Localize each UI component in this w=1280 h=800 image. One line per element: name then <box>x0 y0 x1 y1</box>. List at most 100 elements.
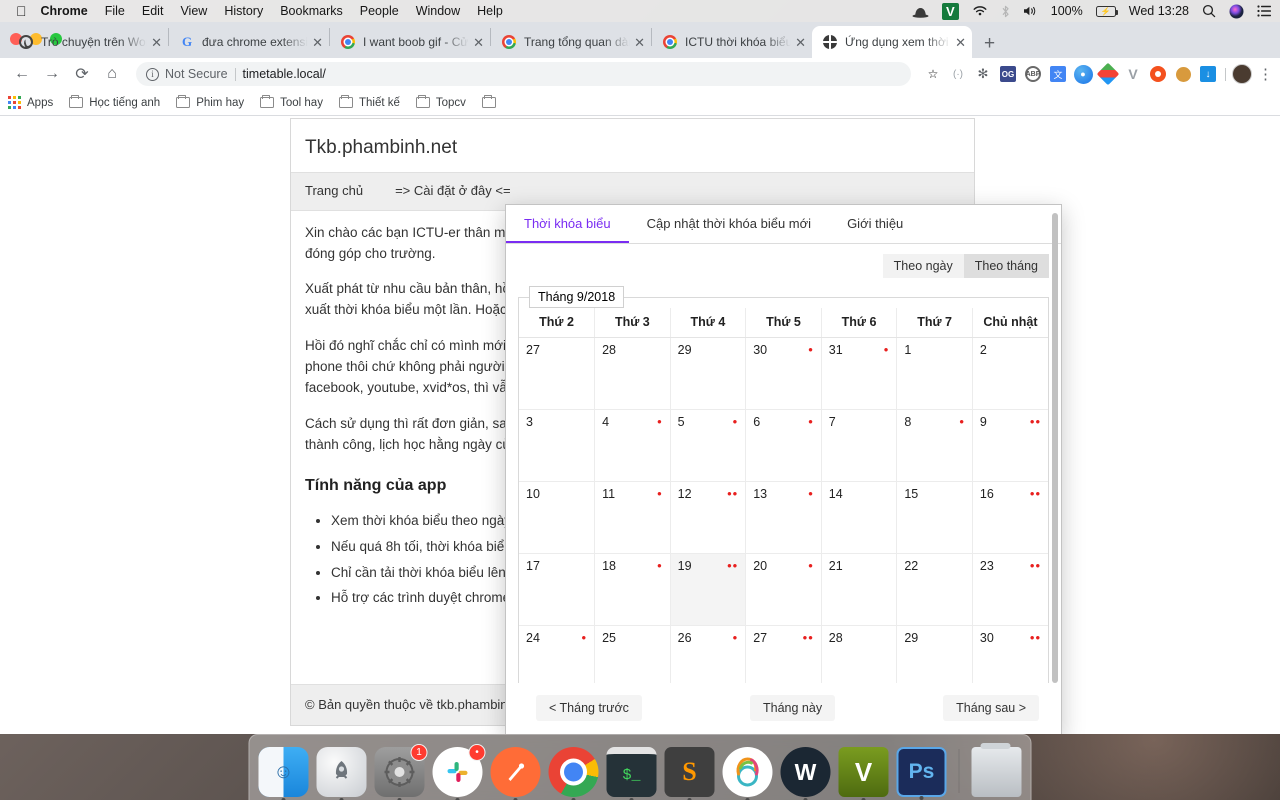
control-center-icon[interactable] <box>1257 5 1272 17</box>
menu-item-file[interactable]: File <box>105 4 125 18</box>
view-by-day-button[interactable]: Theo ngày <box>882 254 964 278</box>
dock-item-slack[interactable]: • <box>432 744 486 800</box>
bookmark-hoc-tieng-anh[interactable]: Học tiếng anh <box>69 94 160 109</box>
tab-close-icon[interactable]: ✕ <box>795 36 806 49</box>
calendar-day-cell[interactable]: 3 <box>519 409 596 482</box>
bookmark-phim-hay[interactable]: Phim hay <box>176 94 244 109</box>
menu-item-window[interactable]: Window <box>416 4 460 18</box>
tab-thoi-khoa-bieu[interactable]: Thời khóa biểu <box>506 205 629 243</box>
calendar-day-cell[interactable]: 27 <box>519 337 596 410</box>
volume-icon[interactable] <box>1023 5 1038 17</box>
dock-item-sublime-text[interactable]: S <box>664 747 715 800</box>
browser-tab-5[interactable]: ICTU thời khóa biểu - Chi ✕ <box>652 26 812 58</box>
dock-item-launchpad[interactable] <box>316 747 367 800</box>
tab-cap-nhat[interactable]: Cập nhật thời khóa biểu mới <box>629 205 829 243</box>
v-menu-badge[interactable]: V <box>941 2 959 20</box>
dock-item-workplace[interactable]: W <box>780 747 831 800</box>
calendar-day-cell[interactable]: 25 <box>594 625 671 683</box>
calendar-day-cell[interactable]: 6 • <box>745 409 822 482</box>
bluetooth-icon[interactable] <box>1001 5 1010 18</box>
prev-month-button[interactable]: < Tháng trước <box>536 695 642 721</box>
scrollbar-thumb[interactable] <box>1052 213 1058 683</box>
profile-avatar[interactable] <box>1232 64 1252 84</box>
wifi-icon[interactable] <box>972 5 988 17</box>
menu-item-view[interactable]: View <box>180 4 207 18</box>
calendar-day-cell[interactable]: 1 <box>896 337 973 410</box>
bookmark-star-icon[interactable]: ☆ <box>922 63 944 85</box>
calendar-day-cell[interactable]: 31 • <box>821 337 898 410</box>
siri-icon[interactable] <box>1229 4 1244 19</box>
dock-item-mozilla[interactable] <box>722 747 773 800</box>
calendar-day-cell[interactable]: 26 • <box>670 625 747 683</box>
dock-item-terminal[interactable]: $_ <box>606 747 657 800</box>
calendar-day-cell[interactable]: 30 • <box>745 337 822 410</box>
calendar-day-cell[interactable]: 9 •• <box>972 409 1048 482</box>
dock-item-v-app[interactable]: V <box>838 747 889 800</box>
address-bar[interactable]: i Not Secure timetable.local/ <box>136 62 911 86</box>
menu-item-edit[interactable]: Edit <box>142 4 164 18</box>
calendar-day-cell[interactable]: 12 •• <box>670 481 747 554</box>
dock-item-trash[interactable] <box>971 743 1022 797</box>
browser-tab-1[interactable]: Trò chuyện trên Workplace ✕ <box>8 26 168 58</box>
bug-icon[interactable]: ✻ <box>972 63 994 85</box>
menu-item-chrome[interactable]: Chrome <box>41 4 88 18</box>
nav-link-settings[interactable]: => Cài đặt ở đây <= <box>395 181 511 201</box>
v-extension-icon[interactable]: V <box>1122 63 1144 85</box>
calendar-day-cell[interactable]: 20 • <box>745 553 822 626</box>
tab-close-icon[interactable]: ✕ <box>473 36 484 49</box>
tab-close-icon[interactable]: ✕ <box>312 36 323 49</box>
browser-tab-4[interactable]: Trang tổng quan dành cho ✕ <box>491 26 651 58</box>
chrome-menu-icon[interactable]: ⋮ <box>1258 65 1273 83</box>
menu-item-help[interactable]: Help <box>477 4 503 18</box>
spotlight-search-icon[interactable] <box>1202 4 1216 18</box>
bowler-hat-icon[interactable] <box>912 5 929 18</box>
bookmark-tool-hay[interactable]: Tool hay <box>260 94 323 109</box>
calendar-day-cell[interactable]: 13 • <box>745 481 822 554</box>
menubar-clock[interactable]: Wed 13:28 <box>1129 4 1189 18</box>
tab-close-icon[interactable]: ✕ <box>955 36 966 49</box>
tab-gioi-thieu[interactable]: Giới thiệu <box>829 205 921 243</box>
dock-item-postman[interactable] <box>490 747 541 800</box>
new-tab-button[interactable]: + <box>984 34 995 53</box>
bookmark-apps[interactable]: Apps <box>8 96 53 109</box>
bookmark-thiet-ke[interactable]: Thiết kế <box>338 94 400 109</box>
next-month-button[interactable]: Tháng sau > <box>943 695 1039 721</box>
tab-close-icon[interactable]: ✕ <box>634 36 645 49</box>
browser-tab-2[interactable]: G đưa chrome extension lên ✕ <box>169 26 329 58</box>
calendar-day-cell[interactable]: 28 <box>594 337 671 410</box>
menu-item-bookmarks[interactable]: Bookmarks <box>280 4 343 18</box>
current-month-button[interactable]: Tháng này <box>750 695 836 721</box>
calendar-day-cell[interactable]: 10 <box>519 481 596 554</box>
calendar-day-cell[interactable]: 4 • <box>594 409 671 482</box>
og-icon[interactable]: OG <box>997 63 1019 85</box>
colorpen-icon[interactable] <box>1096 62 1120 86</box>
calendar-day-cell[interactable]: 28 <box>821 625 898 683</box>
view-by-month-button[interactable]: Theo tháng <box>963 254 1049 278</box>
calendar-day-cell[interactable]: 23 •• <box>972 553 1048 626</box>
dock-item-photoshop[interactable]: Ps <box>896 747 947 800</box>
calendar-day-cell[interactable]: 17 <box>519 553 596 626</box>
home-button[interactable]: ⌂ <box>98 60 126 88</box>
site-info-icon[interactable]: i <box>146 67 159 81</box>
browser-tab-6-active[interactable]: Ứng dụng xem thời khóa b ✕ <box>812 26 972 58</box>
dock-item-chrome[interactable] <box>548 747 599 800</box>
calendar-day-cell[interactable]: 15 <box>896 481 973 554</box>
calendar-day-cell[interactable]: 29 <box>896 625 973 683</box>
calendar-day-cell[interactable]: 21 <box>821 553 898 626</box>
calendar-day-cell[interactable]: 7 <box>821 409 898 482</box>
forward-button[interactable]: → <box>38 60 66 88</box>
calendar-day-cell[interactable]: 2 <box>972 337 1048 410</box>
apple-menu-icon[interactable]:  <box>16 4 27 18</box>
back-button[interactable]: ← <box>8 60 36 88</box>
reload-button[interactable]: ⟳ <box>68 60 96 88</box>
calendar-day-cell[interactable]: 5 • <box>670 409 747 482</box>
tab-close-icon[interactable]: ✕ <box>151 36 162 49</box>
bookmark-extra-folder[interactable] <box>481 94 502 108</box>
calendar-day-cell[interactable]: 30 •• <box>972 626 1048 684</box>
calendar-day-cell[interactable]: 18 • <box>594 553 671 626</box>
menu-item-history[interactable]: History <box>224 4 263 18</box>
dock-item-finder[interactable]: ☺ <box>258 747 309 800</box>
browser-tab-3[interactable]: I want boob gif - Cửa hàng ✕ <box>330 26 490 58</box>
calendar-day-cell[interactable]: 29 <box>670 337 747 410</box>
calendar-day-cell[interactable]: 27 •• <box>745 625 822 683</box>
